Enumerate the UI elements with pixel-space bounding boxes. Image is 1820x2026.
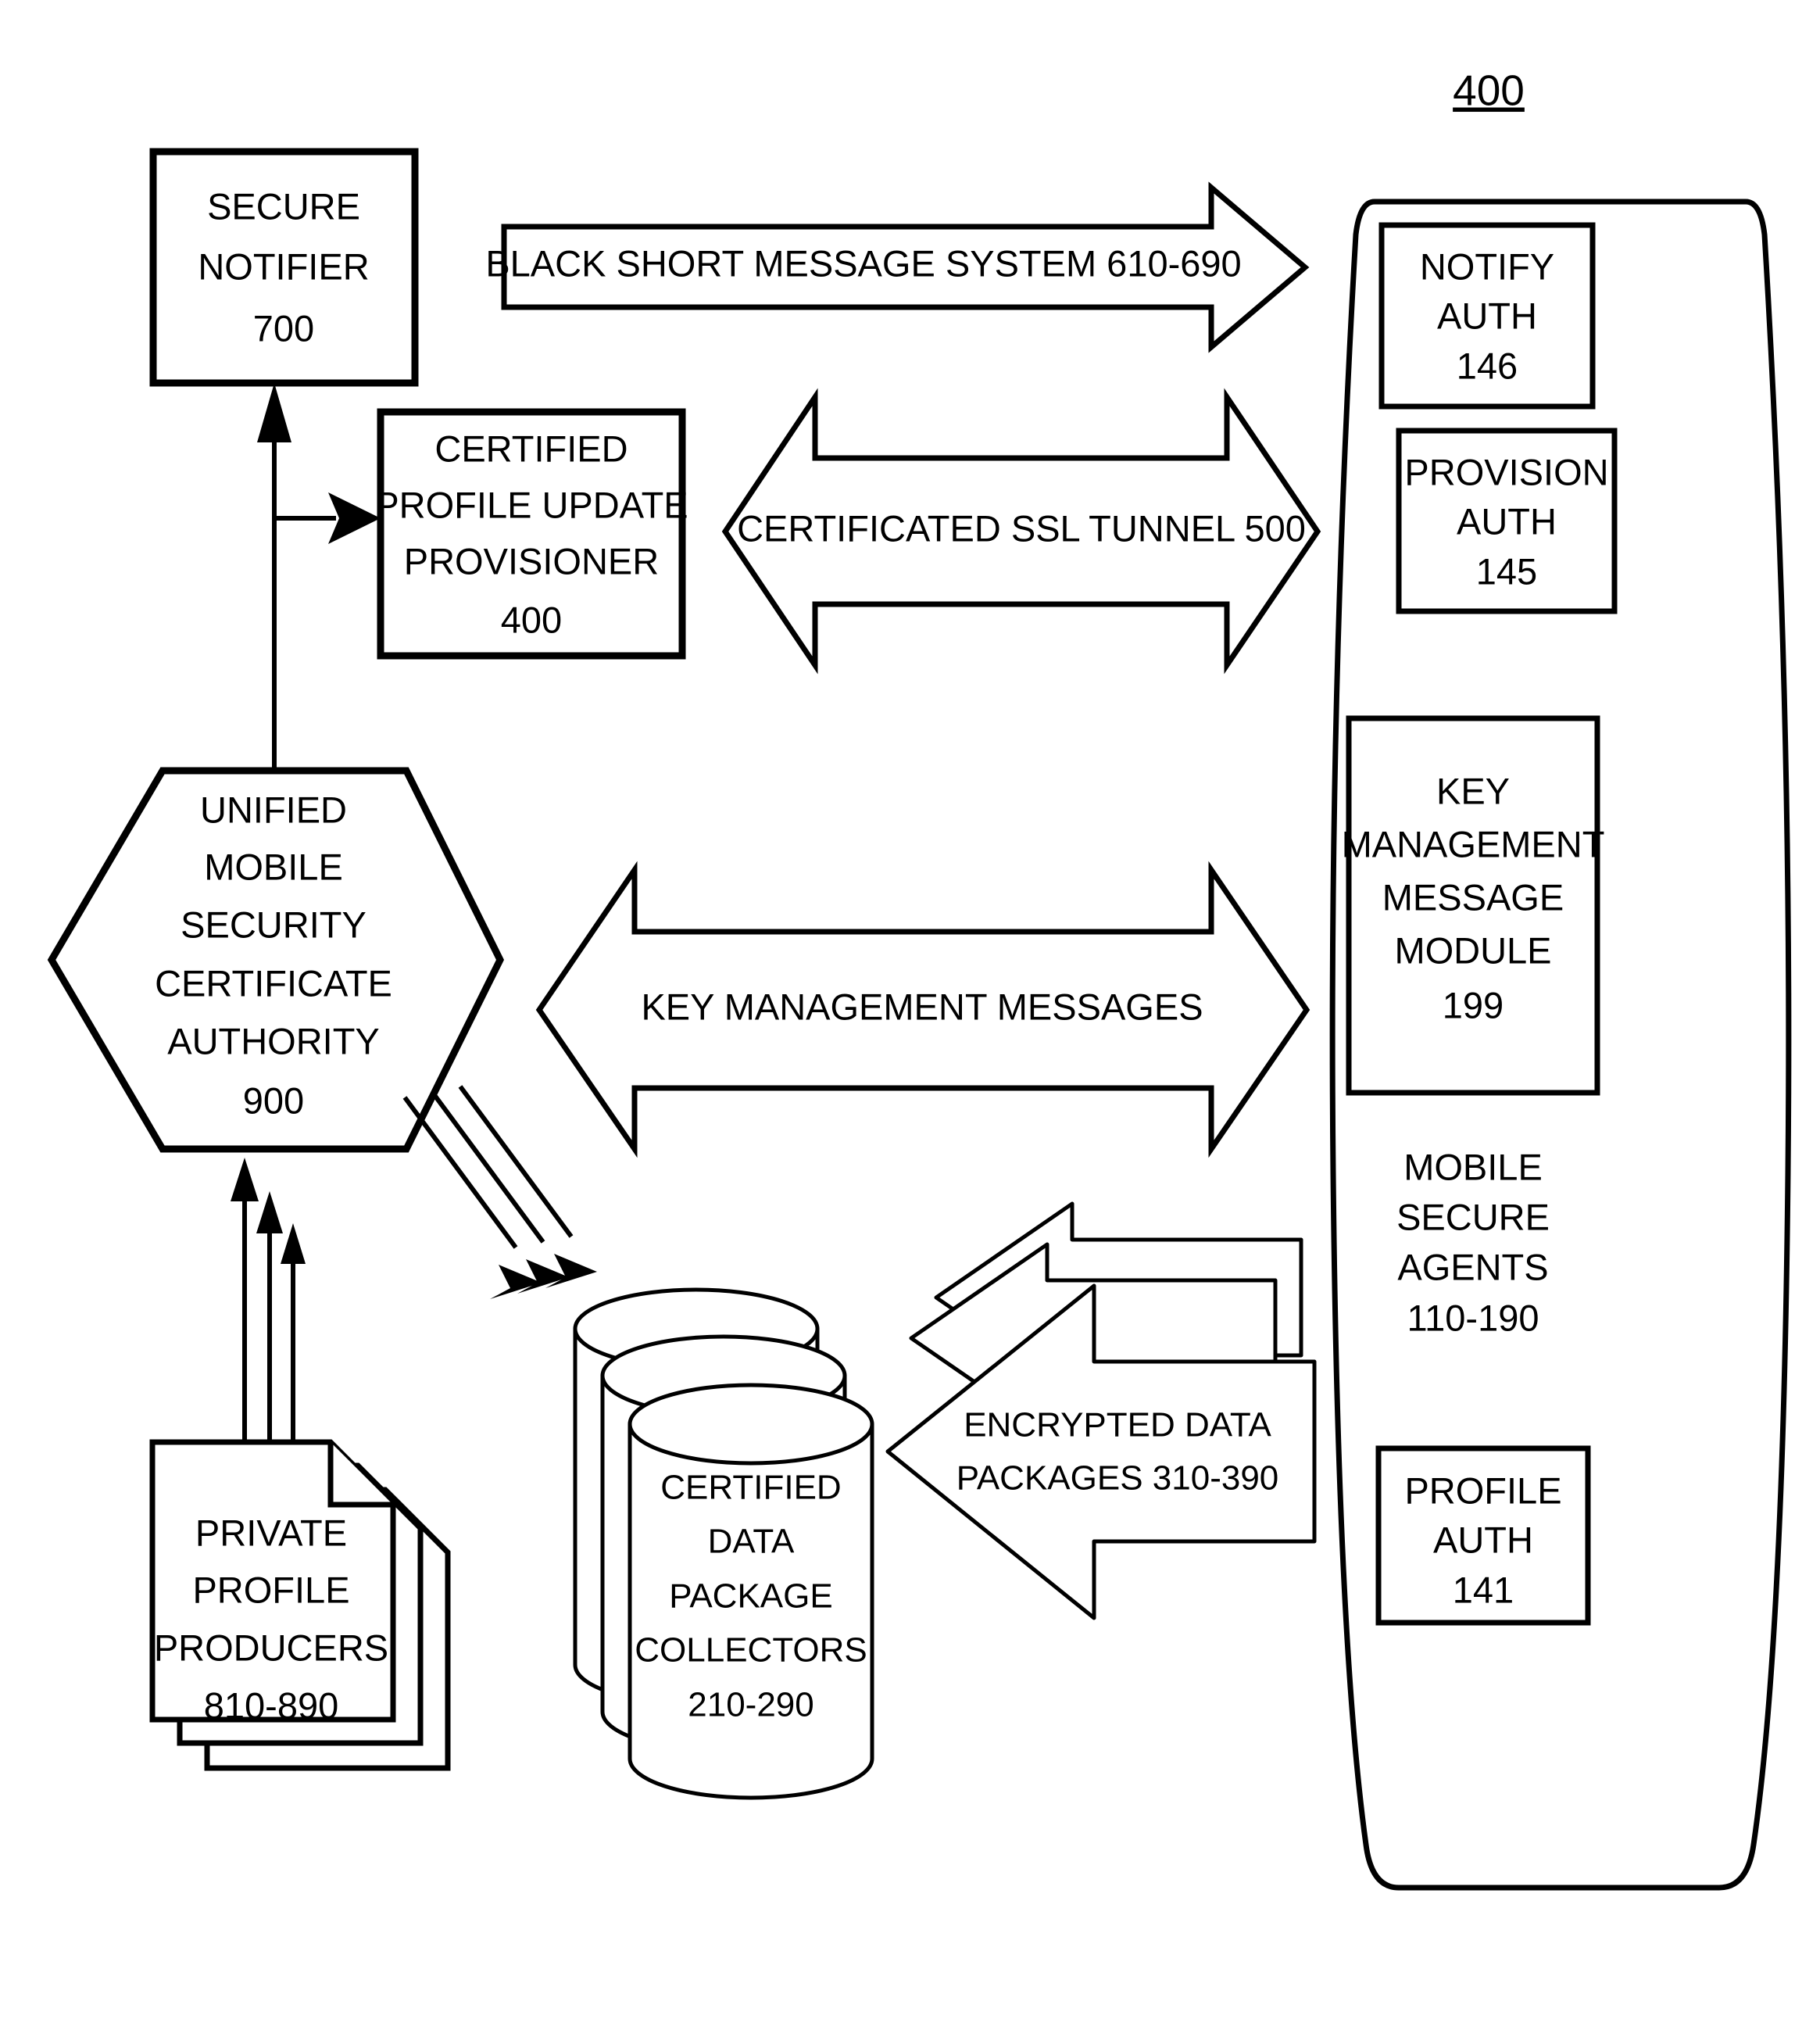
collectors-line-5: 210-290 (688, 1686, 813, 1724)
producers-line-4: 810-890 (204, 1684, 339, 1726)
figure-number-label: 400 (1453, 66, 1525, 115)
secure-notifier-line-2: NOTIFIER (198, 245, 369, 287)
collector-arrow-2-line (430, 1090, 545, 1244)
encrypted-packages-line-2: PACKAGES 310-390 (956, 1459, 1279, 1498)
kmm-line-1: KEY (1436, 770, 1510, 811)
collectors-line-3: PACKAGE (669, 1577, 832, 1616)
profile-update-provisioner-node[interactable]: CERTIFIED PROFILE UPDATE PROVISIONER 400 (374, 408, 688, 660)
collector-arrow-1-line (402, 1096, 518, 1249)
notify-auth-line-3: 146 (1457, 345, 1518, 386)
black-sms-arrow-label: BLACK SHORT MESSAGE SYSTEM 610-690 (485, 242, 1241, 284)
encrypted-packages-line-1: ENCRYPTED DATA (964, 1406, 1271, 1444)
provision-auth-line-2: AUTH (1457, 500, 1557, 542)
secure-notifier-line-3: 700 (253, 307, 314, 349)
collectors-line-4: COLLECTORS (635, 1631, 867, 1670)
provisioner-line-2: PROFILE UPDATE (374, 484, 688, 525)
kmm-line-2: MANAGEMENT (1342, 823, 1605, 864)
notifier-to-provisioner-arrowhead (328, 492, 381, 544)
producer-arrow-3-head (281, 1223, 306, 1264)
notify-auth-line-2: AUTH (1437, 295, 1537, 336)
producers-fold-corner (327, 1442, 393, 1508)
ssl-tunnel-arrow-label: CERTIFICATED SSL TUNNEL 500 (737, 507, 1306, 549)
secure-notifier-line-1: SECURE (207, 185, 360, 227)
ca-line-4: CERTIFICATE (155, 962, 392, 1004)
ca-to-notifier-connector (257, 383, 381, 771)
ca-line-6: 900 (243, 1079, 304, 1121)
producer-arrow-1-head (231, 1158, 259, 1201)
figure-drawing: 400 SECURE NOTIFIER 700 CERTIFIED PROFIL… (47, 66, 1792, 1891)
module-notify-auth[interactable]: NOTIFY AUTH 146 (1378, 222, 1596, 410)
profile-auth-line-3: 141 (1453, 1569, 1514, 1610)
data-package-collectors-node[interactable]: CERTIFIED DATA PACKAGE COLLECTORS 210-29… (573, 1287, 874, 1800)
msa-line-1: MOBILE (1403, 1146, 1543, 1187)
producers-line-2: PROFILE (192, 1569, 349, 1610)
private-profile-producers-node[interactable]: PRIVATE PROFILE PRODUCERS 810-890 (149, 1439, 451, 1771)
mobile-device-node[interactable]: NOTIFY AUTH 146 PROVISION AUTH 145 KEY M… (1329, 199, 1792, 1891)
kmm-line-4: MODULE (1394, 929, 1551, 971)
collectors-line-1: CERTIFIED (660, 1469, 841, 1507)
collector-arrow-3-line (458, 1085, 574, 1238)
ca-to-notifier-arrowhead (257, 383, 291, 442)
producers-line-3: PRODUCERS (154, 1627, 388, 1668)
profile-auth-line-1: PROFILE (1404, 1469, 1561, 1511)
producers-to-ca-arrows (231, 1158, 306, 1442)
ca-line-2: MOBILE (204, 846, 343, 887)
black-sms-arrow: BLACK SHORT MESSAGE SYSTEM 610-690 (485, 181, 1310, 353)
collectors-cylinder-front-top (628, 1383, 874, 1466)
secure-notifier-node[interactable]: SECURE NOTIFIER 700 (149, 148, 419, 387)
provision-auth-line-3: 145 (1476, 550, 1537, 592)
provision-auth-line-1: PROVISION (1404, 451, 1608, 492)
producer-arrow-2-head (256, 1191, 283, 1233)
profile-auth-line-2: AUTH (1433, 1519, 1533, 1560)
module-provision-auth[interactable]: PROVISION AUTH 145 (1396, 428, 1618, 614)
module-profile-auth[interactable]: PROFILE AUTH 141 (1375, 1445, 1591, 1626)
figure-number: 400 (1453, 66, 1525, 115)
provisioner-line-3: PROVISIONER (404, 540, 659, 582)
ca-line-1: UNIFIED (200, 789, 347, 830)
provisioner-line-1: CERTIFIED (434, 428, 628, 469)
module-key-management-message[interactable]: KEY MANAGEMENT MESSAGE MODULE 199 (1342, 715, 1605, 1096)
ca-line-3: SECURITY (181, 904, 367, 945)
ca-to-collectors-arrows (402, 1085, 597, 1299)
kmm-line-5: 199 (1443, 984, 1504, 1026)
kmm-line-3: MESSAGE (1382, 876, 1564, 918)
msa-line-3: AGENTS (1397, 1246, 1548, 1287)
collectors-line-2: DATA (708, 1523, 795, 1561)
ca-line-5: AUTHORITY (167, 1020, 380, 1061)
patent-figure-canvas: 400 SECURE NOTIFIER 700 CERTIFIED PROFIL… (0, 0, 1820, 2026)
msa-line-4: 110-190 (1407, 1297, 1539, 1338)
ssl-tunnel-arrow: CERTIFICATED SSL TUNNEL 500 (721, 388, 1321, 675)
key-management-messages-arrow-label: KEY MANAGEMENT MESSAGES (641, 986, 1203, 1027)
encrypted-data-packages-arrow: ENCRYPTED DATA PACKAGES 310-390 (885, 1201, 1317, 1620)
key-management-messages-arrow: KEY MANAGEMENT MESSAGES (535, 861, 1310, 1158)
notify-auth-line-1: NOTIFY (1420, 245, 1554, 287)
provisioner-line-4: 400 (501, 599, 562, 640)
producers-line-1: PRIVATE (195, 1512, 347, 1553)
msa-line-2: SECURE (1396, 1196, 1550, 1237)
